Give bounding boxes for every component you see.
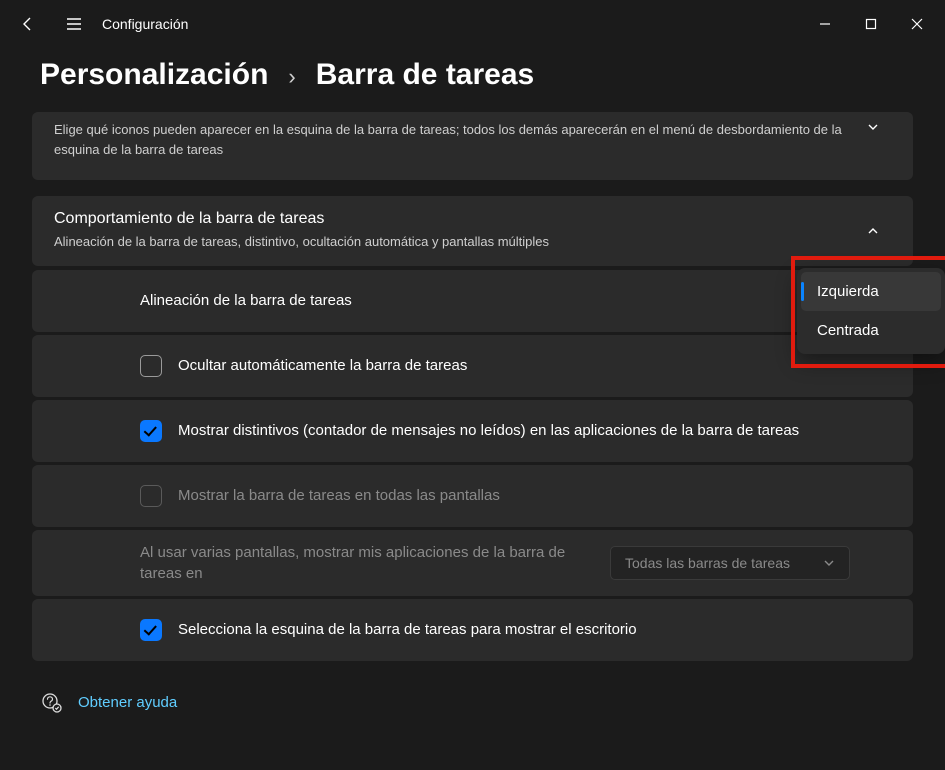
help-section: Obtener ayuda (0, 664, 945, 714)
arrow-left-icon (20, 16, 36, 32)
multi-display-dropdown-value: Todas las barras de tareas (625, 555, 790, 571)
multi-display-row: Al usar varias pantallas, mostrar mis ap… (32, 530, 913, 596)
get-help-link[interactable]: Obtener ayuda (78, 694, 177, 711)
minimize-button[interactable] (802, 4, 848, 44)
chevron-up-icon (866, 224, 880, 238)
taskbar-behavior-card[interactable]: Comportamiento de la barra de tareas Ali… (32, 196, 913, 266)
expand-overflow-toggle[interactable] (855, 120, 891, 134)
help-icon (40, 692, 62, 714)
desktop-corner-checkbox[interactable] (140, 619, 162, 641)
close-icon (911, 18, 923, 30)
app-title: Configuración (102, 16, 188, 32)
breadcrumb-current: Barra de tareas (316, 58, 534, 92)
nav-menu-button[interactable] (51, 4, 97, 44)
breadcrumb: Personalización › Barra de tareas (0, 48, 945, 112)
chevron-down-icon (866, 120, 880, 134)
all-displays-label: Mostrar la barra de tareas en todas las … (178, 485, 891, 506)
alignment-option-center[interactable]: Centrada (801, 311, 941, 350)
content-area: Elige qué iconos pueden aparecer en la e… (0, 112, 945, 661)
alignment-label: Alineación de la barra de tareas (140, 290, 891, 311)
breadcrumb-separator-icon: › (288, 64, 295, 90)
autohide-label: Ocultar automáticamente la barra de tare… (178, 355, 891, 376)
breadcrumb-parent[interactable]: Personalización (40, 58, 268, 92)
autohide-checkbox[interactable] (140, 355, 162, 377)
collapse-behavior-toggle[interactable] (855, 224, 891, 238)
back-button[interactable] (5, 4, 51, 44)
alignment-option-left[interactable]: Izquierda (801, 272, 941, 311)
titlebar: Configuración (0, 0, 945, 48)
behavior-card-title: Comportamiento de la barra de tareas (54, 210, 855, 228)
desktop-corner-label: Selecciona la esquina de la barra de tar… (178, 619, 891, 640)
maximize-icon (865, 18, 877, 30)
behavior-card-subtitle: Alineación de la barra de tareas, distin… (54, 232, 855, 252)
all-displays-checkbox (140, 485, 162, 507)
badges-label: Mostrar distintivos (contador de mensaje… (178, 420, 891, 441)
multi-display-dropdown: Todas las barras de tareas (610, 546, 850, 580)
alignment-dropdown-popup: Izquierda Centrada (797, 268, 945, 354)
overflow-icons-card[interactable]: Elige qué iconos pueden aparecer en la e… (32, 112, 913, 180)
maximize-button[interactable] (848, 4, 894, 44)
badges-row[interactable]: Mostrar distintivos (contador de mensaje… (32, 400, 913, 462)
hamburger-icon (66, 17, 82, 31)
desktop-corner-row[interactable]: Selecciona la esquina de la barra de tar… (32, 599, 913, 661)
autohide-row[interactable]: Ocultar automáticamente la barra de tare… (32, 335, 913, 397)
all-displays-row: Mostrar la barra de tareas en todas las … (32, 465, 913, 527)
multi-display-label: Al usar varias pantallas, mostrar mis ap… (140, 542, 610, 584)
chevron-down-icon (823, 557, 835, 569)
close-button[interactable] (894, 4, 940, 44)
taskbar-alignment-row: Alineación de la barra de tareas Izquier… (32, 270, 913, 332)
minimize-icon (819, 18, 831, 30)
overflow-card-description: Elige qué iconos pueden aparecer en la e… (54, 120, 855, 159)
badges-checkbox[interactable] (140, 420, 162, 442)
